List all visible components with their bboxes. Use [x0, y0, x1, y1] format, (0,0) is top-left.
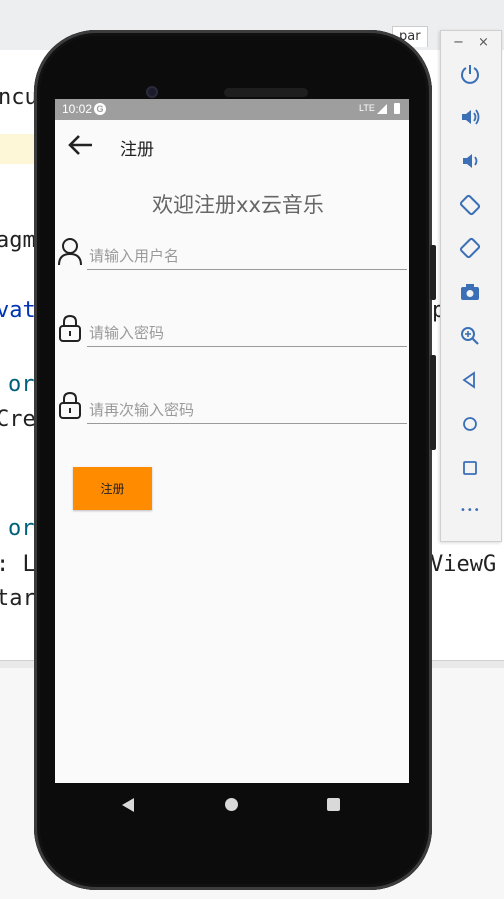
nav-home-icon[interactable]	[225, 798, 238, 811]
device-side-button	[430, 355, 436, 450]
battery-icon	[394, 103, 400, 114]
welcome-heading: 欢迎注册xx云音乐	[152, 193, 324, 217]
power-icon[interactable]	[456, 60, 484, 88]
lock-icon	[57, 313, 83, 343]
emulator-toolbar: − × •••	[440, 30, 502, 542]
rotate-left-icon[interactable]	[456, 191, 484, 219]
earpiece-speaker	[224, 88, 308, 97]
code-fragment: tar	[0, 586, 36, 611]
front-camera	[146, 86, 158, 98]
rotate-right-icon[interactable]	[456, 234, 484, 262]
camera-icon[interactable]	[456, 278, 484, 306]
register-button[interactable]: 注册	[73, 467, 152, 510]
code-fragment: or	[8, 516, 35, 541]
username-input[interactable]	[87, 243, 407, 270]
device-screen: 10:02 G LTE 注册 欢迎注册xx云音乐 请输入用户名 注册	[55, 99, 409, 783]
person-icon	[57, 237, 83, 267]
code-fragment: agm	[0, 228, 36, 253]
nav-overview-icon[interactable]	[327, 798, 340, 811]
current-line-highlight	[0, 134, 35, 164]
lock-icon	[57, 390, 83, 420]
overview-icon[interactable]	[456, 454, 484, 482]
signal-icon	[377, 104, 387, 114]
back-icon[interactable]	[456, 366, 484, 394]
volume-down-icon[interactable]	[456, 147, 484, 175]
nav-back-icon[interactable]	[122, 798, 134, 812]
code-fragment: : L	[0, 552, 36, 577]
status-bar: 10:02 G LTE	[55, 99, 409, 120]
minimize-button[interactable]: −	[453, 35, 464, 50]
code-fragment: or	[8, 372, 35, 397]
network-type: LTE	[359, 103, 375, 113]
home-icon[interactable]	[456, 410, 484, 438]
code-fragment: ViewG	[430, 552, 497, 577]
system-navigation-bar	[55, 783, 409, 827]
confirm-password-input[interactable]	[87, 397, 407, 424]
code-fragment: ncu	[0, 85, 38, 110]
volume-up-icon[interactable]	[456, 103, 484, 131]
device-side-button	[430, 245, 436, 300]
notification-icon: G	[94, 103, 106, 115]
arrow-back-icon[interactable]	[67, 132, 95, 158]
close-button[interactable]: ×	[478, 35, 489, 50]
password-input[interactable]	[87, 320, 407, 347]
code-fragment: vat	[0, 298, 36, 323]
page-title: 注册	[120, 140, 154, 160]
status-time: 10:02	[62, 102, 93, 116]
more-icon[interactable]: •••	[460, 505, 481, 516]
zoom-icon[interactable]	[456, 322, 484, 350]
code-fragment: Cre	[0, 407, 36, 432]
